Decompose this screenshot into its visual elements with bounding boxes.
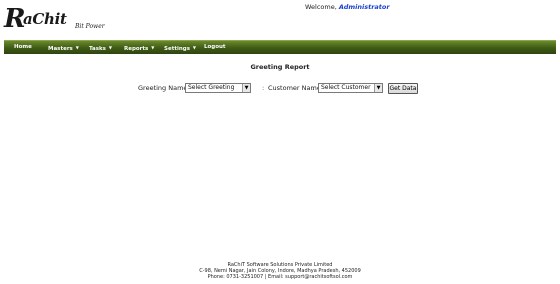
menu-logout[interactable]: Logout [204, 41, 226, 54]
menu-home-label: Home [14, 44, 32, 50]
menu-reports-label: Reports [124, 46, 149, 52]
chevron-down-icon: ▼ [75, 45, 79, 50]
menu-home[interactable]: Home [14, 41, 32, 54]
menu-tasks[interactable]: Tasks ▼ [89, 41, 112, 54]
chevron-down-icon: ▼ [108, 45, 112, 50]
menu-tasks-label: Tasks [89, 46, 106, 52]
customer-colon: : [312, 84, 315, 92]
greeting-select[interactable]: Select Greeting ▼ [185, 83, 251, 93]
logo-tagline: Bit Power [75, 23, 105, 30]
chevron-down-icon: ▼ [192, 45, 196, 50]
menu-masters[interactable]: Masters ▼ [48, 41, 79, 54]
greeting-colon: : [179, 84, 182, 92]
menu-logout-label: Logout [204, 44, 226, 50]
company-logo: R aChit Bit Power [4, 4, 114, 36]
menu-reports[interactable]: Reports ▼ [124, 41, 154, 54]
dropdown-arrow-icon: ▼ [242, 84, 250, 92]
footer-contact: Phone: 0731-3251007 | Email: support@rac… [207, 274, 353, 281]
menu-masters-label: Masters [48, 46, 73, 52]
customer-select[interactable]: Select Customer ▼ [318, 83, 383, 93]
welcome-prefix: Welcome, [305, 3, 337, 11]
dropdown-arrow-icon: ▼ [374, 84, 382, 92]
welcome-message: Welcome, Administrator [305, 3, 390, 11]
page-title: Greeting Report [250, 63, 310, 71]
menu-settings[interactable]: Settings ▼ [164, 41, 196, 54]
customer-select-value: Select Customer [321, 84, 371, 91]
get-data-button[interactable]: Get Data [388, 83, 418, 94]
welcome-username: Administrator [338, 3, 390, 11]
customer-colon-left: : [262, 84, 265, 92]
page-footer: RaChiT Software Solutions Private Limite… [0, 262, 560, 281]
main-menu-bar: Home Masters ▼ Tasks ▼ Reports ▼ Setting… [4, 40, 556, 54]
chevron-down-icon: ▼ [151, 45, 155, 50]
logo-text: aChit [23, 10, 67, 28]
menu-settings-label: Settings [164, 46, 190, 52]
greeting-select-value: Select Greeting [188, 84, 235, 91]
